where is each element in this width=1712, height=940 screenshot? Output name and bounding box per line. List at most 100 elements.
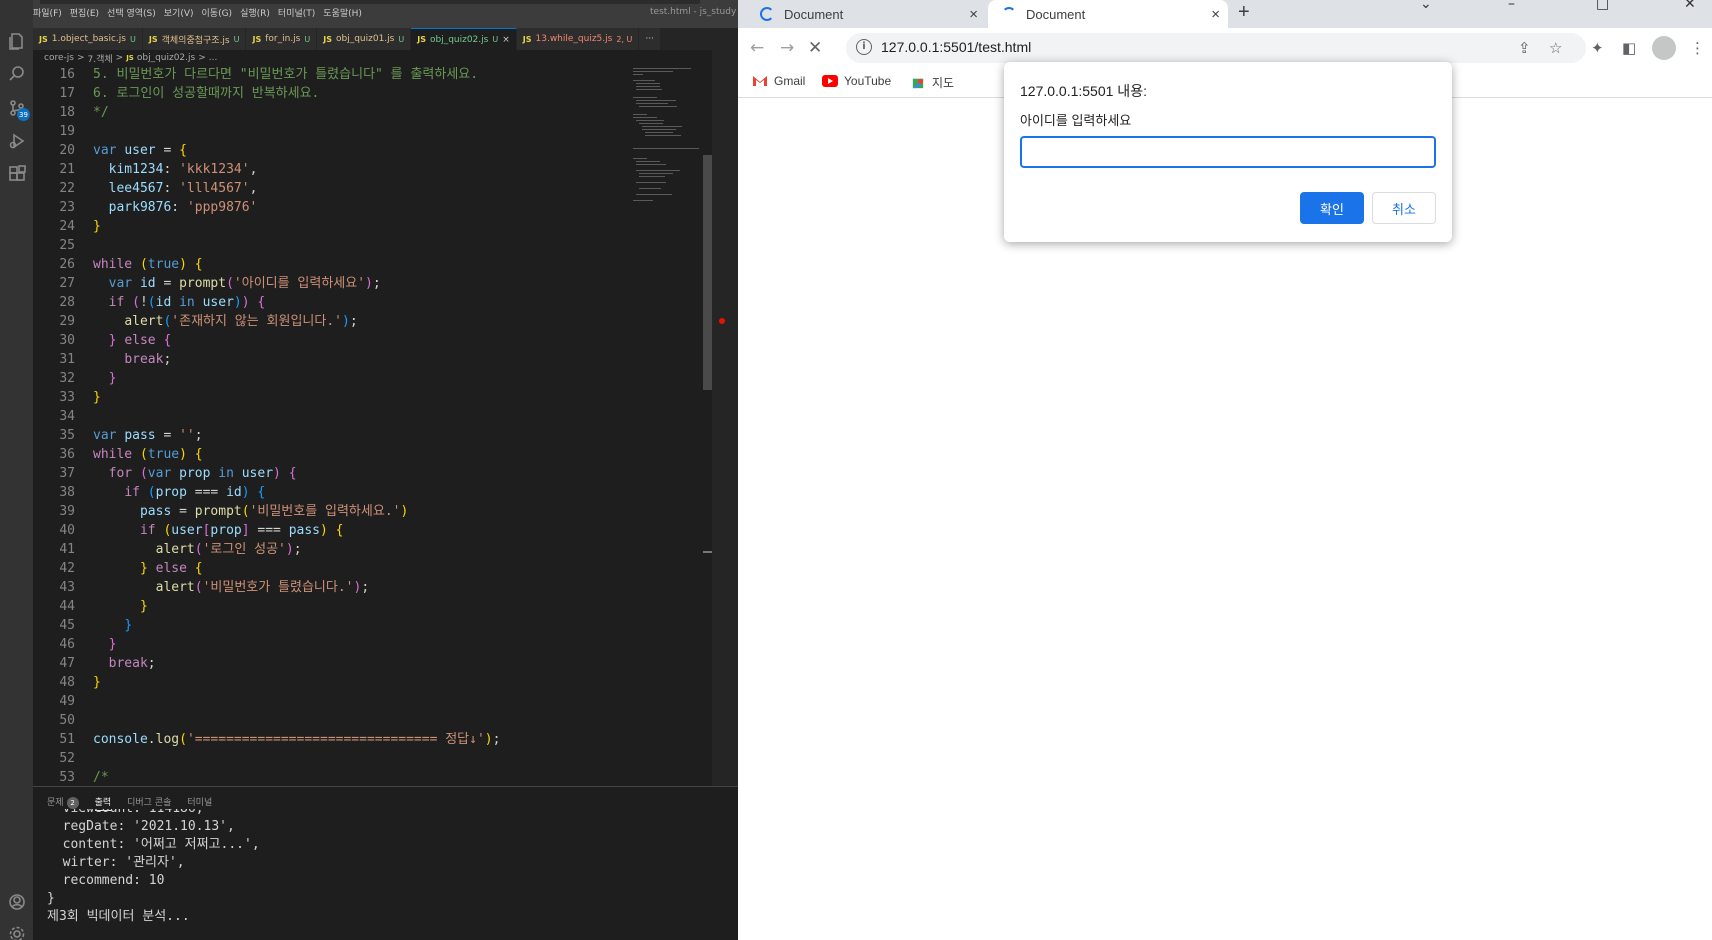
minimize-icon[interactable]: – [1508, 0, 1515, 12]
source-control-icon[interactable]: 39 [0, 91, 33, 125]
code-line: 28 if (!(id in user)) { [59, 295, 266, 310]
tab-obj-quiz01[interactable]: JS obj_quiz01.js U [317, 28, 412, 50]
prompt-dialog: 127.0.0.1:5501 내용: 아이디를 입력하세요 확인 취소 [1004, 62, 1452, 242]
url-text[interactable]: 127.0.0.1:5501/test.html [881, 39, 1031, 55]
close-tab-icon[interactable]: × [502, 35, 510, 45]
code-line: 47 break; [59, 656, 156, 671]
close-window-icon[interactable]: ✕ [1684, 0, 1696, 12]
breadcrumb: core-js > 7.객체 > JS obj_quiz02.js > ... [33, 50, 738, 66]
menu-run[interactable]: 실행(R) [240, 6, 270, 19]
explorer-icon[interactable] [0, 24, 33, 58]
code-line: 36 while (true) { [59, 447, 203, 462]
code-line: 16 5. 비밀번호가 다르다면 "비밀번호가 틀렸습니다" 를 출력하세요. [59, 67, 479, 82]
tabs-more-button[interactable]: ··· [639, 28, 661, 50]
menu-go[interactable]: 이동(G) [202, 6, 233, 19]
scm-badge: 39 [17, 108, 30, 121]
maximize-icon[interactable]: □ [1596, 0, 1609, 12]
menu-terminal[interactable]: 터미널(T) [278, 6, 315, 19]
tab-obj-quiz02[interactable]: JS obj_quiz02.js U × [411, 28, 517, 50]
code-line: 42 } else { [59, 561, 203, 576]
stop-loading-icon[interactable]: ✕ [808, 38, 822, 58]
forward-arrow-icon[interactable]: → [780, 38, 794, 58]
menu-edit[interactable]: 편집(E) [70, 6, 99, 19]
share-icon[interactable]: ⇪ [1518, 39, 1531, 57]
prompt-input[interactable] [1020, 136, 1436, 168]
browser-tab-2-active[interactable]: Document × [988, 0, 1228, 28]
menu-help[interactable]: 도움말(H) [323, 6, 362, 19]
chrome-menu-icon[interactable]: ⋮ [1690, 39, 1705, 57]
gmail-icon [753, 76, 767, 86]
menu-selection[interactable]: 선택 영역(S) [107, 6, 156, 19]
bookmark-maps[interactable]: 지도 [910, 74, 954, 91]
tab-for-in[interactable]: JS for_in.js U [246, 28, 318, 50]
settings-gear-icon[interactable] [0, 917, 33, 940]
js-file-icon: JS [126, 54, 134, 62]
extensions-icon[interactable] [0, 157, 33, 191]
output-line: content: '어쩌고 저쩌고...', [47, 837, 260, 852]
output-line: regDate: '2021.10.13', [47, 819, 235, 834]
code-line: 21 kim1234: 'kkk1234', [59, 162, 258, 177]
breadcrumb-item[interactable]: 7.객체 [87, 52, 112, 65]
vscode-window-title: test.html - js_study - Vi [650, 7, 738, 17]
js-file-icon: JS [252, 34, 262, 44]
run-debug-icon[interactable] [0, 124, 33, 158]
breadcrumb-item[interactable]: core-js [44, 53, 74, 63]
code-line: 50 [59, 713, 75, 728]
side-panel-icon[interactable]: ◧ [1622, 39, 1636, 57]
back-arrow-icon[interactable]: ← [750, 38, 764, 58]
output-line: 제3회 빅데이터 분석... [47, 909, 190, 924]
code-line: 40 if (user[prop] === pass) { [59, 523, 344, 538]
close-tab-icon[interactable]: × [1211, 6, 1220, 23]
new-tab-button[interactable]: + [1238, 1, 1250, 24]
code-line: 19 [59, 124, 75, 139]
js-file-icon: JS [417, 35, 426, 44]
tab-nested-object[interactable]: JS 객체의중첩구조.js U [142, 28, 247, 50]
split-editor-strip [712, 28, 738, 786]
output-content: viewCount: 114186, regDate: '2021.10.13'… [47, 809, 727, 939]
extensions-puzzle-icon[interactable]: ✦ [1591, 39, 1604, 57]
tab-object-basic[interactable]: JS 1.object_basic.js U [33, 28, 143, 50]
browser-tab-1[interactable]: Document × [746, 0, 986, 28]
loading-spinner-icon [1002, 7, 1016, 21]
close-tab-icon[interactable]: × [969, 6, 978, 23]
minimap[interactable] [630, 66, 705, 236]
code-line: 29 alert('존재하지 않는 회원입니다.'); [59, 314, 358, 329]
account-icon[interactable] [0, 885, 33, 919]
code-line: 41 alert('로그인 성공'); [59, 542, 302, 557]
vscode-menubar: 파일(F) 편집(E) 선택 영역(S) 보기(V) 이동(G) 실행(R) 터… [33, 6, 370, 19]
tab-while-quiz5[interactable]: JS 13.while_quiz5.js 2, U [516, 28, 640, 50]
editor-scrollbar[interactable] [703, 155, 712, 390]
code-line: 43 alert('비밀번호가 틀렸습니다.'); [59, 580, 370, 595]
code-line: 22 lee4567: 'lll4567', [59, 181, 258, 196]
site-info-icon[interactable]: i [856, 39, 872, 55]
search-icon[interactable] [0, 57, 33, 91]
bookmark-youtube[interactable]: YouTube [822, 74, 891, 88]
code-line: 52 [59, 751, 75, 766]
overview-ruler-mark [703, 551, 712, 553]
code-editor[interactable]: 16 5. 비밀번호가 다르다면 "비밀번호가 틀렸습니다" 를 출력하세요. 1… [33, 66, 705, 786]
error-marker-icon [719, 318, 725, 324]
loading-spinner-icon [760, 7, 774, 21]
breadcrumb-item[interactable]: obj_quiz02.js [137, 53, 195, 63]
ok-button[interactable]: 확인 [1300, 192, 1364, 224]
dialog-message: 아이디를 입력하세요 [1020, 113, 1132, 128]
code-line: 23 park9876: 'ppp9876' [59, 200, 258, 215]
cancel-button[interactable]: 취소 [1372, 192, 1436, 224]
code-line: 45 } [59, 618, 133, 633]
menu-file[interactable]: 파일(F) [33, 6, 62, 19]
code-line: 49 [59, 694, 75, 709]
js-file-icon: JS [39, 34, 48, 44]
profile-avatar[interactable] [1652, 36, 1676, 60]
breadcrumb-item[interactable]: ... [209, 53, 218, 63]
tab-search-chevron-icon[interactable]: ⌄ [1420, 0, 1432, 12]
code-line: 46 } [59, 637, 117, 652]
breadcrumb-separator: > [76, 53, 85, 63]
menu-view[interactable]: 보기(V) [164, 6, 194, 19]
code-line: 44 } [59, 599, 148, 614]
bookmark-star-icon[interactable]: ☆ [1549, 39, 1562, 57]
bottom-panel: 문제2 출력 디버그 콘솔 터미널 viewCount: 114186, reg… [33, 786, 738, 940]
code-line: 25 [59, 238, 75, 253]
bookmark-gmail[interactable]: Gmail [752, 74, 805, 88]
code-line: 39 pass = prompt('비밀번호를 입력하세요.') [59, 504, 409, 519]
code-line: 34 [59, 409, 75, 424]
